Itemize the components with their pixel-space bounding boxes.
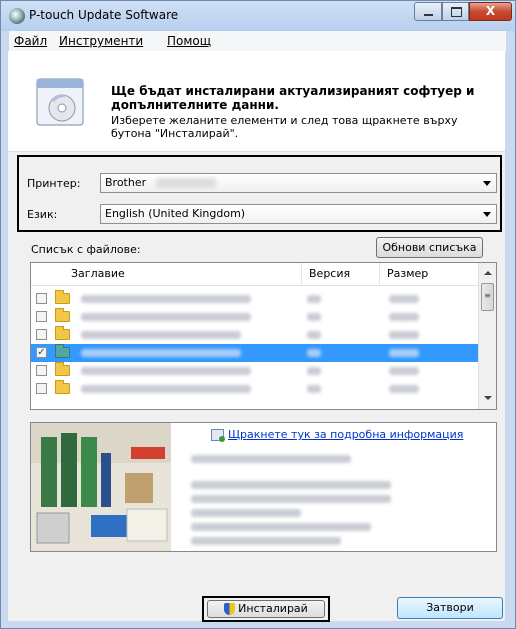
- list-row-selected[interactable]: ✓: [31, 344, 478, 362]
- folder-icon: [55, 344, 70, 358]
- maximize-button[interactable]: [442, 2, 469, 21]
- app-disc-icon: [9, 8, 25, 24]
- vertical-scrollbar[interactable]: ≡: [478, 263, 496, 409]
- chevron-down-icon: [483, 212, 491, 217]
- printer-label: Принтер:: [27, 177, 81, 190]
- redacted-size: [389, 313, 419, 321]
- redacted-info-line: [191, 495, 391, 503]
- minimize-icon: [424, 14, 433, 16]
- scroll-thumb[interactable]: ≡: [481, 283, 494, 311]
- menu-tools[interactable]: Инструменти: [59, 34, 143, 48]
- folder-icon: [55, 326, 70, 340]
- list-row[interactable]: [31, 290, 478, 308]
- redacted-version: [307, 313, 321, 321]
- redacted-title: [81, 331, 241, 339]
- column-title[interactable]: Заглавие: [71, 267, 125, 280]
- language-label: Език:: [27, 208, 58, 221]
- close-button[interactable]: Затвори: [397, 597, 503, 619]
- install-button[interactable]: Инсталирай: [207, 600, 325, 618]
- redacted-info-line: [191, 481, 391, 489]
- uac-shield-icon: [224, 603, 236, 615]
- redacted-info-line: [191, 523, 371, 531]
- maximize-icon: [451, 7, 462, 17]
- redacted-version: [307, 349, 321, 357]
- row-checkbox[interactable]: [36, 383, 47, 394]
- row-checkbox[interactable]: [36, 329, 47, 340]
- list-row[interactable]: [31, 362, 478, 380]
- printer-language-selection: Принтер: Brother Език: English (United K…: [17, 155, 502, 232]
- chevron-down-icon: [483, 181, 491, 186]
- refresh-list-button[interactable]: Обнови списъка: [376, 237, 483, 258]
- printer-select[interactable]: Brother: [100, 173, 497, 193]
- column-size[interactable]: Размер: [387, 267, 428, 280]
- redacted-title: [81, 295, 251, 303]
- redacted-model: [156, 178, 216, 188]
- menu-bar: Файл Инструменти Помощ: [9, 31, 506, 52]
- redacted-version: [307, 385, 321, 393]
- row-checkbox[interactable]: [36, 365, 47, 376]
- minimize-button[interactable]: [414, 2, 442, 21]
- printer-value: Brother: [105, 176, 147, 189]
- redacted-size: [389, 331, 419, 339]
- redacted-info-line: [191, 455, 351, 463]
- info-link-icon[interactable]: [211, 429, 225, 442]
- row-checkbox-checked[interactable]: ✓: [36, 347, 47, 358]
- redacted-size: [389, 295, 419, 303]
- redacted-title: [81, 367, 251, 375]
- install-button-frame: Инсталирай: [202, 596, 330, 622]
- redacted-size: [389, 385, 419, 393]
- column-divider: [301, 263, 302, 285]
- column-version[interactable]: Версия: [309, 267, 350, 280]
- menu-file[interactable]: Файл: [14, 34, 47, 48]
- redacted-title: [81, 313, 251, 321]
- file-list-label: Списък с файлове:: [31, 243, 141, 256]
- header-panel: Ще бъдат инсталирани актуализираният соф…: [8, 51, 505, 152]
- redacted-info-line: [191, 537, 341, 545]
- column-divider: [379, 263, 380, 285]
- list-row[interactable]: [31, 326, 478, 344]
- info-panel: Щракнете тук за подробна информация: [30, 422, 497, 552]
- language-select[interactable]: English (United Kingdom): [100, 204, 497, 224]
- list-row[interactable]: [31, 380, 478, 398]
- redacted-version: [307, 367, 321, 375]
- close-window-button[interactable]: X: [469, 2, 512, 21]
- row-checkbox[interactable]: [36, 293, 47, 304]
- redacted-version: [307, 331, 321, 339]
- folder-icon: [55, 380, 70, 394]
- close-icon: X: [485, 4, 496, 18]
- redacted-size: [389, 349, 419, 357]
- row-checkbox[interactable]: [36, 311, 47, 322]
- product-photo: [31, 423, 171, 551]
- title-bar[interactable]: P-touch Update Software X: [1, 1, 515, 31]
- scroll-down-icon[interactable]: [484, 396, 492, 400]
- folder-icon: [55, 290, 70, 304]
- file-list[interactable]: Заглавие Версия Размер ✓ ≡: [30, 262, 497, 410]
- redacted-info-line: [191, 509, 301, 517]
- header-description: Изберете желаните елементи и след това щ…: [111, 114, 458, 140]
- menu-help[interactable]: Помощ: [167, 34, 211, 48]
- redacted-size: [389, 367, 419, 375]
- list-row[interactable]: [31, 308, 478, 326]
- folder-icon: [55, 308, 70, 322]
- redacted-title: [81, 385, 251, 393]
- details-link[interactable]: Щракнете тук за подробна информация: [228, 428, 463, 441]
- window-title: P-touch Update Software: [29, 8, 179, 22]
- update-disc-icon: [36, 78, 84, 126]
- redacted-version: [307, 295, 321, 303]
- install-label: Инсталирай: [238, 602, 308, 615]
- language-value: English (United Kingdom): [105, 207, 246, 220]
- redacted-title: [81, 349, 241, 357]
- scroll-up-icon[interactable]: [484, 271, 492, 275]
- folder-icon: [55, 362, 70, 376]
- header-title: Ще бъдат инсталирани актуализираният соф…: [111, 84, 475, 112]
- list-header: Заглавие Версия Размер: [31, 263, 478, 286]
